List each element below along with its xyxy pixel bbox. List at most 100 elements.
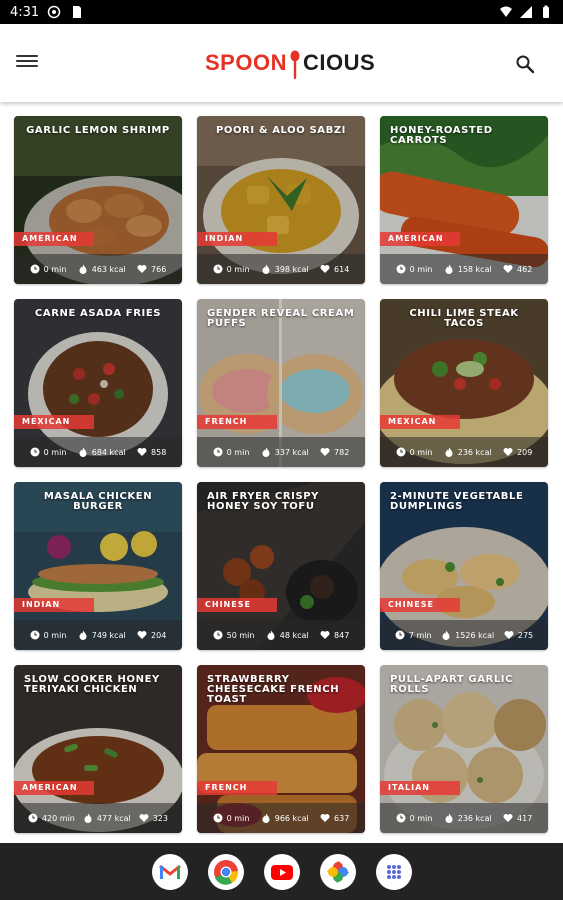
- heart-icon: [320, 814, 330, 822]
- sd-card-icon: [73, 6, 82, 18]
- cook-time: 0 min: [43, 630, 67, 640]
- flame-icon: [445, 447, 453, 457]
- recipe-title: SLOW COOKER HONEY TERIYAKI CHICKEN: [24, 674, 160, 695]
- recipe-card[interactable]: CHILI LIME STEAK TACOS MEXICAN 0 min 236…: [380, 299, 548, 467]
- flame-icon: [262, 264, 270, 274]
- recipe-card[interactable]: STRAWBERRY CHEESECAKE FRENCH TOAST FRENC…: [197, 665, 365, 833]
- flame-icon: [267, 630, 275, 640]
- app-bar: SPOON CIOUS: [0, 24, 563, 102]
- cook-time: 0 min: [226, 813, 250, 823]
- likes: 275: [517, 630, 534, 640]
- hamburger-icon-line: [16, 60, 38, 62]
- clock-icon: [213, 630, 223, 640]
- flame-icon: [84, 813, 92, 823]
- youtube-icon[interactable]: [263, 853, 300, 890]
- heart-icon: [503, 265, 513, 273]
- cook-time: 0 min: [409, 264, 433, 274]
- search-icon[interactable]: [515, 54, 535, 74]
- flame-icon: [262, 447, 270, 457]
- recipe-card[interactable]: CARNE ASADA FRIES MEXICAN 0 min 684 kcal…: [14, 299, 182, 467]
- cuisine-tag: AMERICAN: [14, 232, 94, 246]
- recipe-title: CHILI LIME STEAK TACOS: [409, 308, 519, 329]
- hamburger-icon: [16, 55, 38, 57]
- calories: 236 kcal: [457, 447, 492, 457]
- chrome-icon[interactable]: [207, 853, 244, 890]
- recipe-stats: 0 min 684 kcal 858: [14, 437, 182, 467]
- flame-icon: [79, 630, 87, 640]
- recipe-card[interactable]: GENDER REVEAL CREAM PUFFS FRENCH 0 min 3…: [197, 299, 365, 467]
- clock-icon: [213, 447, 223, 457]
- cuisine-tag: MEXICAN: [380, 415, 460, 429]
- heart-icon: [320, 265, 330, 273]
- recipe-title: STRAWBERRY CHEESECAKE FRENCH TOAST: [207, 674, 340, 705]
- recipe-card[interactable]: AIR FRYER CRISPY HONEY SOY TOFU CHINESE …: [197, 482, 365, 650]
- recipe-card[interactable]: MASALA CHICKEN BURGER INDIAN 0 min 749 k…: [14, 482, 182, 650]
- recipe-title: AIR FRYER CRISPY HONEY SOY TOFU: [207, 491, 320, 512]
- recipe-stats: 0 min 966 kcal 637: [197, 803, 365, 833]
- menu-button[interactable]: [16, 52, 38, 72]
- heart-icon: [503, 814, 513, 822]
- likes: 462: [517, 264, 533, 274]
- cook-time: 0 min: [43, 264, 67, 274]
- cook-time: 0 min: [409, 447, 433, 457]
- cook-time: 0 min: [226, 447, 250, 457]
- cook-time: 0 min: [409, 813, 433, 823]
- app-dock: [0, 843, 563, 900]
- heart-icon: [137, 631, 147, 639]
- app-drawer-icon[interactable]: [375, 853, 412, 890]
- recipe-title: HONEY-ROASTED CARROTS: [390, 125, 493, 146]
- gmail-icon[interactable]: [151, 853, 188, 890]
- recipe-card[interactable]: 2-MINUTE VEGETABLE DUMPLINGS CHINESE 7 m…: [380, 482, 548, 650]
- recipe-grid: GARLIC LEMON SHRIMP AMERICAN 0 min 463 k…: [14, 116, 549, 833]
- spoon-icon: [290, 50, 300, 79]
- clock-icon: [213, 264, 223, 274]
- clock-icon: [30, 447, 40, 457]
- cuisine-tag: INDIAN: [197, 232, 277, 246]
- likes: 782: [334, 447, 350, 457]
- photos-icon[interactable]: [319, 853, 356, 890]
- likes: 766: [151, 264, 167, 274]
- calories: 966 kcal: [274, 813, 309, 823]
- recipe-stats: 0 min 463 kcal 766: [14, 254, 182, 284]
- calories: 48 kcal: [279, 630, 309, 640]
- calories: 236 kcal: [457, 813, 492, 823]
- recipe-card[interactable]: POORI & ALOO SABZI INDIAN 0 min 398 kcal…: [197, 116, 365, 284]
- cook-time: 7 min: [408, 630, 432, 640]
- calories: 1526 kcal: [455, 630, 495, 640]
- recipe-card[interactable]: GARLIC LEMON SHRIMP AMERICAN 0 min 463 k…: [14, 116, 182, 284]
- recipe-title: MASALA CHICKEN BURGER: [43, 491, 153, 512]
- recipe-title: GENDER REVEAL CREAM PUFFS: [207, 308, 355, 329]
- flame-icon: [79, 264, 87, 274]
- app-logo: SPOON CIOUS: [205, 44, 375, 82]
- clock-icon: [213, 813, 223, 823]
- recipe-stats: 50 min 48 kcal 847: [197, 620, 365, 650]
- heart-icon: [137, 448, 147, 456]
- cuisine-tag: AMERICAN: [380, 232, 460, 246]
- calories: 463 kcal: [91, 264, 126, 274]
- cuisine-tag: AMERICAN: [14, 781, 94, 795]
- hamburger-icon-line: [16, 65, 38, 67]
- calories: 158 kcal: [457, 264, 492, 274]
- logo-text-left: SPOON: [205, 50, 287, 75]
- cook-time: 420 min: [41, 813, 75, 823]
- recipe-title: CARNE ASADA FRIES: [34, 308, 162, 319]
- clock-icon: [28, 813, 38, 823]
- recipe-title: POORI & ALOO SABZI: [215, 125, 346, 136]
- clock-icon: [30, 630, 40, 640]
- cuisine-tag: INDIAN: [14, 598, 94, 612]
- recipe-card[interactable]: HONEY-ROASTED CARROTS AMERICAN 0 min 158…: [380, 116, 548, 284]
- battery-icon: [543, 5, 549, 18]
- recipe-card[interactable]: SLOW COOKER HONEY TERIYAKI CHICKEN AMERI…: [14, 665, 182, 833]
- status-time: 4:31: [10, 4, 40, 20]
- likes: 637: [334, 813, 350, 823]
- likes: 614: [334, 264, 350, 274]
- clock-icon: [396, 264, 406, 274]
- sync-icon: [47, 5, 61, 19]
- likes: 858: [151, 447, 167, 457]
- recipe-card[interactable]: PULL-APART GARLIC ROLLS ITALIAN 0 min 23…: [380, 665, 548, 833]
- recipe-stats: 0 min 337 kcal 782: [197, 437, 365, 467]
- clock-icon: [396, 447, 406, 457]
- cuisine-tag: FRENCH: [197, 781, 277, 795]
- heart-icon: [137, 265, 147, 273]
- recipe-stats: 0 min 398 kcal 614: [197, 254, 365, 284]
